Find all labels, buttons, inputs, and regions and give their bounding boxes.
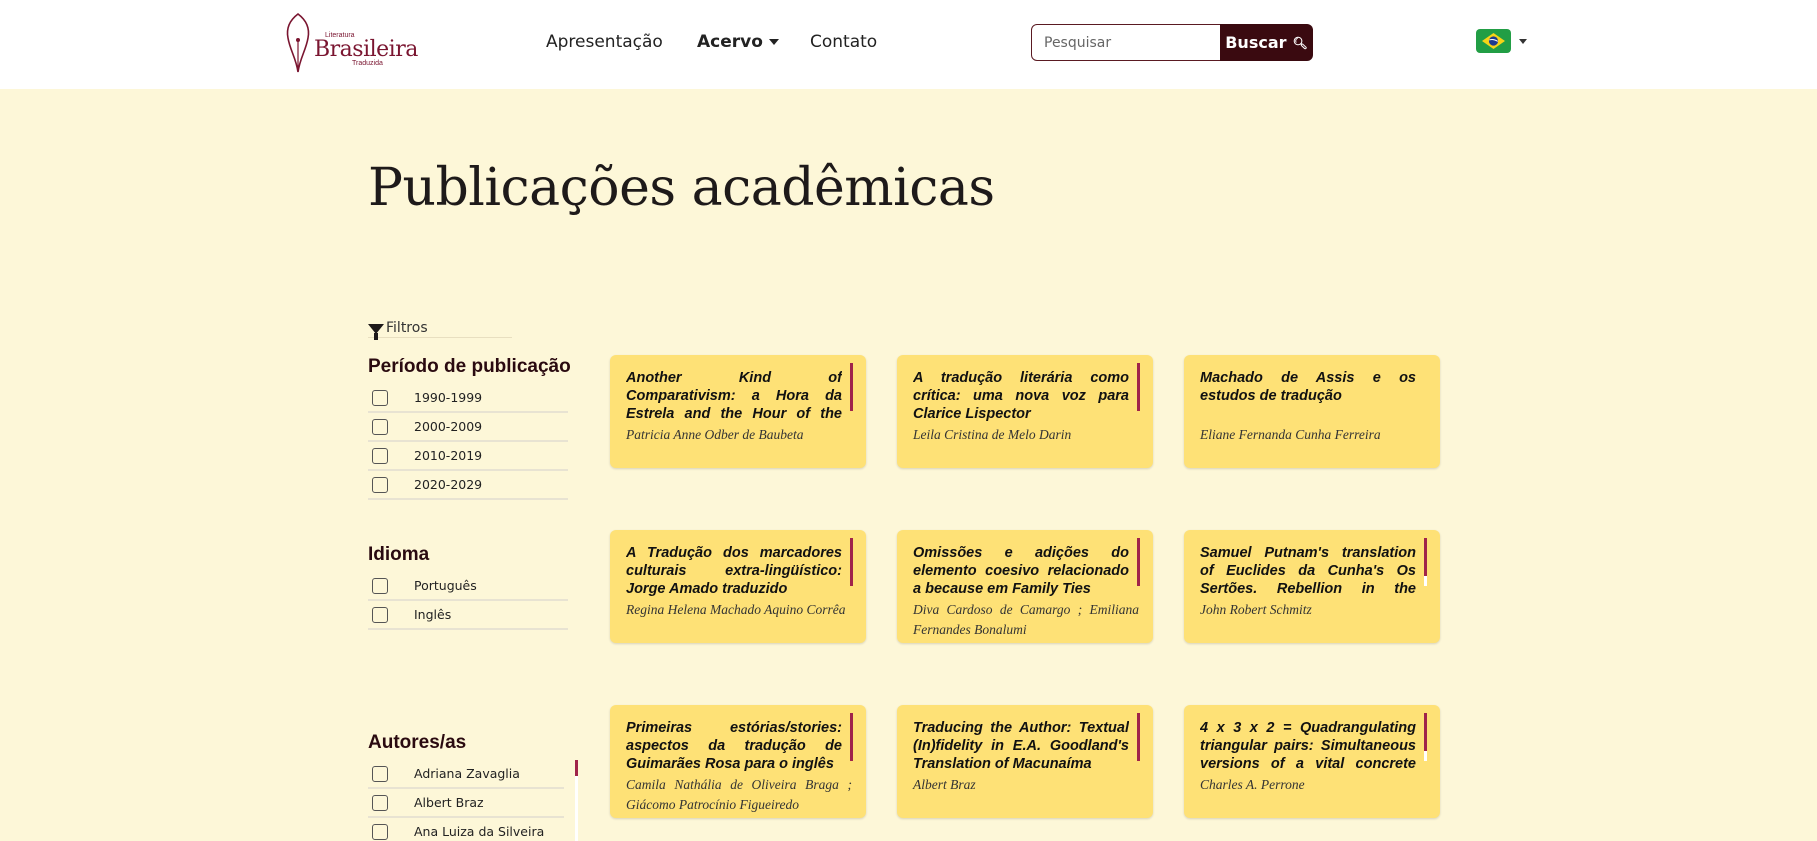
checkbox[interactable] — [372, 577, 388, 594]
filter-option-author[interactable]: Albert Braz — [368, 789, 564, 818]
nav-acervo-label: Acervo — [697, 32, 763, 52]
publication-title: Omissões e adições do elemento coesivo r… — [913, 545, 1129, 597]
publication-author: Regina Helena Machado Aquino Corrêa — [626, 602, 846, 617]
logo-line-3: Traduzida — [352, 60, 383, 67]
publication-title: Another Kind of Comparativism: a Hora da… — [626, 370, 842, 422]
search-icon: 🔍︎ — [1292, 35, 1308, 50]
publication-card[interactable]: Another Kind of Comparativism: a Hora da… — [610, 355, 866, 468]
publication-card[interactable]: Omissões e adições do elemento coesivo r… — [897, 530, 1153, 643]
filter-group-authors-title: Autores/as — [368, 732, 467, 753]
publication-author: Charles A. Perrone — [1200, 777, 1305, 792]
publication-card[interactable]: Primeiras estórias/stories: aspectos da … — [610, 705, 866, 818]
logo-line-2: Brasileira — [314, 37, 418, 62]
checkbox[interactable] — [372, 765, 388, 782]
checkbox[interactable] — [372, 447, 388, 464]
nav-apresentacao[interactable]: Apresentação — [546, 32, 663, 52]
filter-group-period-title: Período de publicação — [368, 356, 571, 377]
card-scroll-indicator — [850, 363, 853, 411]
card-scroll-indicator — [850, 538, 853, 586]
publication-card[interactable]: A tradução literária como crítica: uma n… — [897, 355, 1153, 468]
filter-option-period[interactable]: 2020-2029 — [368, 471, 568, 500]
card-scroll-indicator — [1424, 713, 1427, 751]
publication-card[interactable]: Samuel Putnam's translation of Euclides … — [1184, 530, 1440, 643]
filter-option-author[interactable]: Adriana Zavaglia — [368, 760, 564, 789]
publication-title: Machado de Assis e os estudos de traduçã… — [1200, 370, 1416, 404]
chevron-down-icon — [1519, 38, 1527, 44]
site-header: Literatura Brasileira Traduzida Apresent… — [0, 0, 1817, 89]
publication-author: John Robert Schmitz — [1200, 602, 1312, 617]
checkbox[interactable] — [372, 389, 388, 406]
publication-author: Diva Cardoso de Camargo ; Emiliana Ferna… — [913, 602, 1139, 637]
publication-card[interactable]: A Tradução dos marcadores culturais extr… — [610, 530, 866, 643]
page-title: Publicações acadêmicas — [368, 158, 995, 218]
filter-group-language-title: Idioma — [368, 544, 430, 565]
filter-option-label: 2010-2019 — [414, 448, 483, 463]
publication-card[interactable]: Traducing the Author: Textual (In)fideli… — [897, 705, 1153, 818]
filter-option-period[interactable]: 2000-2009 — [368, 413, 568, 442]
card-scroll-indicator — [1137, 538, 1140, 586]
checkbox[interactable] — [372, 606, 388, 623]
publication-title: A tradução literária como crítica: uma n… — [913, 370, 1129, 422]
filter-option-label: 2000-2009 — [414, 419, 483, 434]
filter-option-label: 1990-1999 — [414, 390, 483, 405]
checkbox[interactable] — [372, 823, 388, 840]
chevron-down-icon — [768, 39, 779, 45]
publication-card[interactable]: 4 x 3 x 2 = Quadrangulating triangular p… — [1184, 705, 1440, 818]
publication-title: 4 x 3 x 2 = Quadrangulating triangular p… — [1200, 720, 1416, 772]
filters-label: Filtros — [386, 319, 428, 336]
checkbox[interactable] — [372, 418, 388, 435]
publication-card[interactable]: Machado de Assis e os estudos de traduçã… — [1184, 355, 1440, 468]
filter-option-language[interactable]: Inglês — [368, 601, 568, 630]
publication-title: Primeiras estórias/stories: aspectos da … — [626, 720, 842, 772]
search-input[interactable] — [1031, 24, 1221, 61]
card-scroll-indicator — [850, 713, 853, 761]
authors-scrollbar-thumb[interactable] — [575, 760, 578, 776]
pen-nib-icon — [286, 12, 310, 73]
brazil-flag-icon — [1476, 29, 1511, 53]
nav-contato[interactable]: Contato — [810, 32, 877, 52]
filter-option-language[interactable]: Português — [368, 572, 568, 601]
filter-option-author[interactable]: Ana Luiza da Silveira — [368, 818, 564, 841]
filter-option-label: Albert Braz — [414, 795, 484, 810]
publication-title: Traducing the Author: Textual (In)fideli… — [913, 720, 1129, 772]
publication-author: Albert Braz — [913, 777, 976, 792]
authors-scroll-list[interactable]: Adriana Zavaglia Albert Braz Ana Luiza d… — [368, 760, 580, 841]
filter-option-period[interactable]: 1990-1999 — [368, 384, 568, 413]
language-selector[interactable] — [1476, 29, 1527, 53]
filter-option-label: 2020-2029 — [414, 477, 483, 492]
publication-author: Camila Nathália de Oliveira Braga ; Giác… — [626, 777, 852, 812]
filter-icon — [368, 323, 384, 340]
card-scroll-indicator — [1424, 538, 1427, 576]
publication-author: Leila Cristina de Melo Darin — [913, 427, 1072, 442]
filter-option-label: Adriana Zavaglia — [414, 766, 520, 781]
card-scroll-indicator — [1137, 363, 1140, 411]
publication-title: A Tradução dos marcadores culturais extr… — [626, 545, 842, 597]
publication-author: Eliane Fernanda Cunha Ferreira — [1200, 427, 1381, 442]
filters-header: Filtros — [368, 318, 512, 340]
filter-option-period[interactable]: 2010-2019 — [368, 442, 568, 471]
search-button-label: Buscar — [1225, 33, 1287, 52]
publication-title: Samuel Putnam's translation of Euclides … — [1200, 545, 1416, 597]
filter-option-label: Inglês — [414, 607, 452, 622]
nav-acervo-dropdown[interactable]: Acervo — [697, 32, 779, 52]
checkbox[interactable] — [372, 794, 388, 811]
filter-option-label: Ana Luiza da Silveira — [414, 824, 545, 839]
publication-author: Patricia Anne Odber de Baubeta — [626, 427, 804, 442]
checkbox[interactable] — [372, 476, 388, 493]
search-button[interactable]: Buscar 🔍︎ — [1220, 24, 1313, 61]
card-scroll-indicator — [1137, 713, 1140, 761]
site-logo[interactable]: Literatura Brasileira Traduzida — [278, 10, 418, 76]
filter-option-label: Português — [414, 578, 477, 593]
